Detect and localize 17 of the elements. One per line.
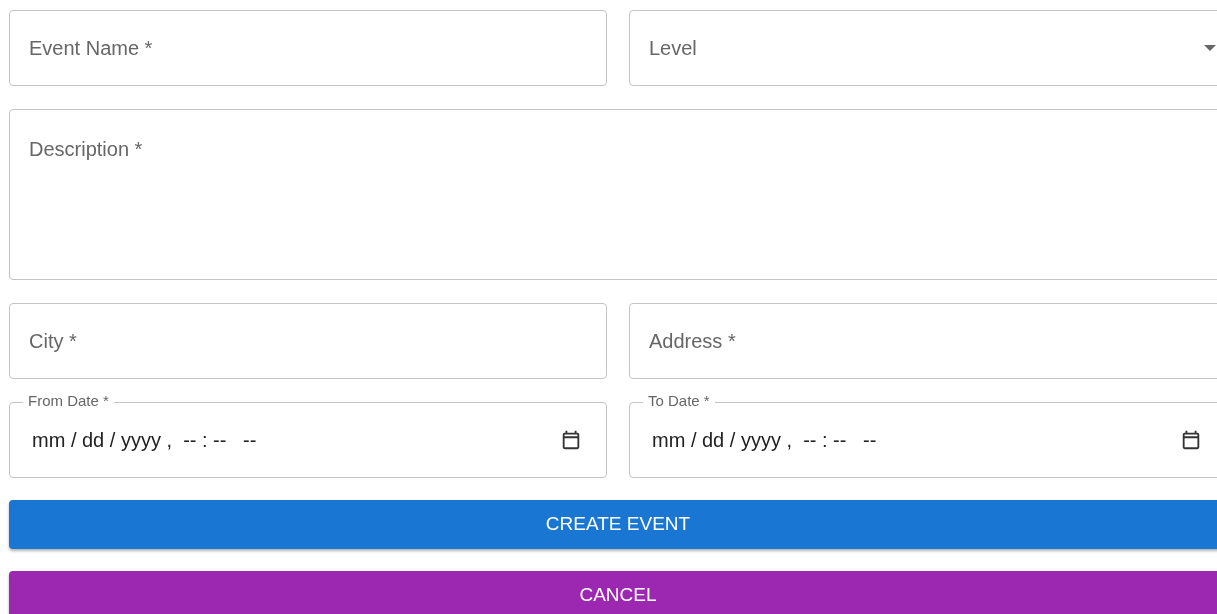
date-value: mm / dd / yyyy , -- : -- -- [652,428,877,453]
caret-icon [1204,45,1216,51]
field-placeholder: Address * [649,329,736,354]
calendar-icon[interactable] [1180,429,1202,451]
textarea-field[interactable]: Description * [9,109,1217,280]
field-placeholder: Level [649,36,697,61]
select-field[interactable]: Level [629,10,1217,86]
calendar-icon[interactable] [560,429,582,451]
input-field[interactable]: Address * [629,303,1217,379]
date-value: mm / dd / yyyy , -- : -- -- [32,428,257,453]
field-placeholder: Event Name * [29,36,153,61]
field-placeholder: Description * [29,138,143,160]
input-field[interactable]: Event Name * [9,10,607,86]
action-button[interactable]: CANCEL [9,571,1217,614]
action-button[interactable]: CREATE EVENT [9,500,1217,549]
input-field[interactable]: City * [9,303,607,379]
field-placeholder: City * [29,329,77,354]
